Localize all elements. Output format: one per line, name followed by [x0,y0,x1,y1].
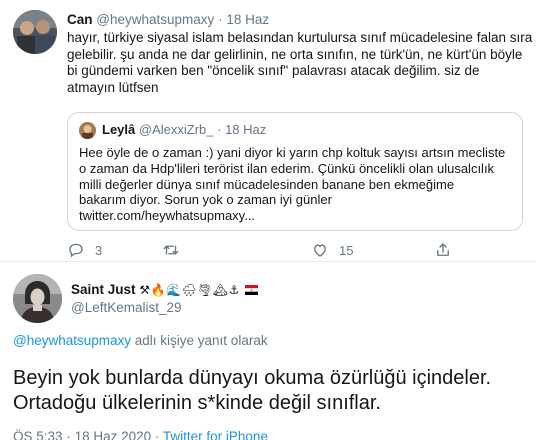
meta-separator: · [66,429,71,440]
text-line: o zaman da Hdp'lileri terörist ilan eder… [79,160,495,176]
main-author-avatar[interactable] [13,274,62,323]
share-icon [437,243,449,256]
parent-author-name[interactable]: Can [67,12,93,27]
egypt-flag-icon [244,285,258,295]
header-separator: · [218,12,223,27]
quoted-tweet-header: Leylâ @AlexxiZrb_ · 18 Haz [102,121,266,139]
text-line: Hee öyle de o zaman :) yani diyor ki yar… [79,145,506,160]
main-author-handle[interactable]: @LeftKemalist_29 [71,299,182,317]
text-line: milli değerler dünya sınıf mücadelesinde… [79,176,455,192]
quoted-link: twitter.com/heywhatsupmaxy... [79,208,256,224]
quoted-tweet-text: Hee öyle de o zaman :) yani diyor ki yar… [79,145,519,224]
main-tweet-text: Beyin yok bunlarda dünyayı okuma özürlüğ… [13,366,528,416]
tweet-date[interactable]: 18 Haz 2020 [75,429,152,440]
retweet-action[interactable] [162,240,190,260]
parent-tweet-actions: 3 15 [67,240,487,260]
tweet-source-link[interactable]: Twitter for iPhone [163,429,268,440]
reply-icon [69,243,83,258]
reply-to-label: adlı kişiye yanıt olarak [131,333,268,348]
text-line: bi gündemi varken ben "öncelik sınıf" pa… [67,63,480,78]
parent-tweet[interactable]: Can @heywhatsupmaxy · 18 Haz hayır, türk… [0,0,536,262]
tweet-metadata: ÖS 5:33 · 18 Haz 2020 · Twitter for iPho… [13,429,268,440]
parent-author-handle[interactable]: @heywhatsupmaxy [96,12,214,27]
quoted-author-handle: @AlexxiZrb_ [138,122,214,137]
meta-separator: · [154,429,160,440]
main-author-name-row[interactable]: Saint Just ⚒🔥🌊🌧🌪🏔⚓ [71,281,258,299]
reply-context: @heywhatsupmaxy adlı kişiye yanıt olarak [13,332,268,350]
header-separator: · [217,122,222,137]
parent-tweet-header: Can @heywhatsupmaxy · 18 Haz [67,11,269,29]
text-line: atmayın lütfsen [67,79,159,95]
quoted-tweet[interactable]: Leylâ @AlexxiZrb_ · 18 Haz Hee öyle de o… [67,112,523,231]
reply-to-handle-link[interactable]: @heywhatsupmaxy [13,333,131,348]
text-line: Beyin yok bunlarda dünyayı okuma özürlüğ… [13,367,492,389]
like-action[interactable]: 15 [311,240,353,260]
share-action[interactable] [434,240,452,260]
parent-tweet-date[interactable]: 18 Haz [226,12,269,27]
like-icon [314,244,326,257]
text-line: gelebilir. şu anda ne dar gelirlinin, ne… [67,46,523,62]
text-line: Ortadoğu ülkelerinin s*kinde değil sınıf… [13,392,381,414]
text-line: hayır, türkiye siyasal islam belasından … [67,30,533,45]
text-line: bakarım diyor. Sorun yok o zaman iyi gün… [79,192,332,208]
retweet-icon [163,245,179,255]
quoted-author-avatar [79,122,96,139]
parent-author-avatar[interactable] [13,10,57,54]
quoted-author-name: Leylâ [102,122,136,137]
tweet-time[interactable]: ÖS 5:33 [13,429,63,440]
main-author-name[interactable]: Saint Just [71,282,136,297]
quoted-tweet-date: 18 Haz [225,122,267,137]
reply-count: 3 [95,242,103,258]
reply-action[interactable]: 3 [67,240,102,260]
parent-tweet-text: hayır, türkiye siyasal islam belasından … [67,30,533,96]
author-emojis: ⚒🔥🌊🌧🌪🏔⚓ [139,283,240,297]
like-count: 15 [339,242,354,258]
